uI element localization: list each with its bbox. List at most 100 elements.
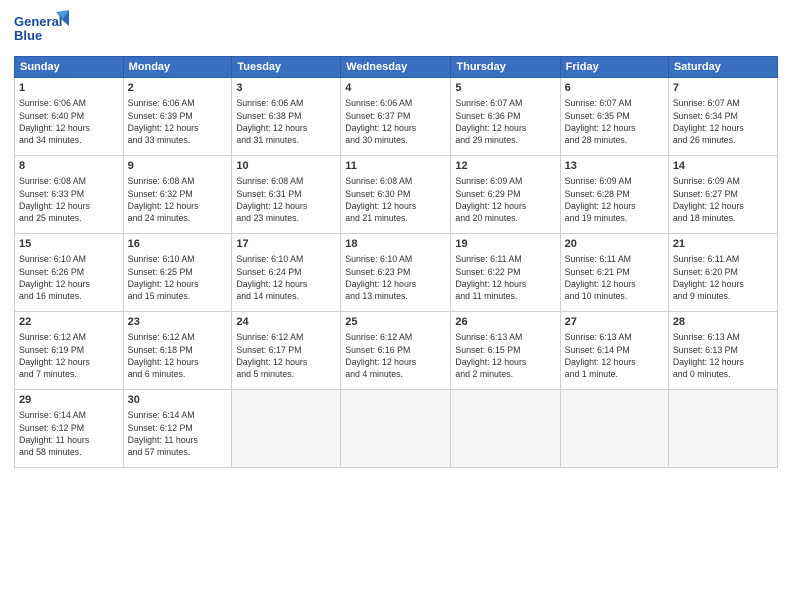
day-info: Sunrise: 6:06 AM Sunset: 6:38 PM Dayligh… bbox=[236, 97, 336, 146]
svg-text:Blue: Blue bbox=[14, 28, 42, 43]
day-number: 6 bbox=[565, 81, 664, 96]
calendar-cell bbox=[560, 390, 668, 468]
day-info: Sunrise: 6:10 AM Sunset: 6:26 PM Dayligh… bbox=[19, 253, 119, 302]
logo-icon: GeneralBlue bbox=[14, 10, 69, 48]
day-info: Sunrise: 6:13 AM Sunset: 6:15 PM Dayligh… bbox=[455, 331, 555, 380]
day-number: 21 bbox=[673, 237, 773, 252]
day-number: 24 bbox=[236, 315, 336, 330]
calendar-cell: 13Sunrise: 6:09 AM Sunset: 6:28 PM Dayli… bbox=[560, 156, 668, 234]
day-info: Sunrise: 6:09 AM Sunset: 6:27 PM Dayligh… bbox=[673, 175, 773, 224]
calendar-cell: 15Sunrise: 6:10 AM Sunset: 6:26 PM Dayli… bbox=[15, 234, 124, 312]
day-number: 30 bbox=[128, 393, 228, 408]
day-info: Sunrise: 6:14 AM Sunset: 6:12 PM Dayligh… bbox=[19, 409, 119, 458]
day-info: Sunrise: 6:10 AM Sunset: 6:25 PM Dayligh… bbox=[128, 253, 228, 302]
day-info: Sunrise: 6:14 AM Sunset: 6:12 PM Dayligh… bbox=[128, 409, 228, 458]
calendar-cell: 16Sunrise: 6:10 AM Sunset: 6:25 PM Dayli… bbox=[123, 234, 232, 312]
day-info: Sunrise: 6:08 AM Sunset: 6:33 PM Dayligh… bbox=[19, 175, 119, 224]
calendar-cell: 26Sunrise: 6:13 AM Sunset: 6:15 PM Dayli… bbox=[451, 312, 560, 390]
day-number: 1 bbox=[19, 81, 119, 96]
weekday-header: Friday bbox=[560, 57, 668, 78]
day-info: Sunrise: 6:07 AM Sunset: 6:34 PM Dayligh… bbox=[673, 97, 773, 146]
day-number: 5 bbox=[455, 81, 555, 96]
day-number: 15 bbox=[19, 237, 119, 252]
day-number: 28 bbox=[673, 315, 773, 330]
day-number: 12 bbox=[455, 159, 555, 174]
calendar-cell: 8Sunrise: 6:08 AM Sunset: 6:33 PM Daylig… bbox=[15, 156, 124, 234]
day-number: 20 bbox=[565, 237, 664, 252]
day-number: 8 bbox=[19, 159, 119, 174]
calendar-cell bbox=[232, 390, 341, 468]
weekday-header: Wednesday bbox=[341, 57, 451, 78]
day-number: 11 bbox=[345, 159, 446, 174]
calendar-cell: 4Sunrise: 6:06 AM Sunset: 6:37 PM Daylig… bbox=[341, 78, 451, 156]
calendar-cell: 2Sunrise: 6:06 AM Sunset: 6:39 PM Daylig… bbox=[123, 78, 232, 156]
day-number: 25 bbox=[345, 315, 446, 330]
calendar-cell: 12Sunrise: 6:09 AM Sunset: 6:29 PM Dayli… bbox=[451, 156, 560, 234]
calendar-cell: 30Sunrise: 6:14 AM Sunset: 6:12 PM Dayli… bbox=[123, 390, 232, 468]
calendar-cell: 1Sunrise: 6:06 AM Sunset: 6:40 PM Daylig… bbox=[15, 78, 124, 156]
calendar-cell: 18Sunrise: 6:10 AM Sunset: 6:23 PM Dayli… bbox=[341, 234, 451, 312]
day-number: 27 bbox=[565, 315, 664, 330]
calendar-cell: 10Sunrise: 6:08 AM Sunset: 6:31 PM Dayli… bbox=[232, 156, 341, 234]
day-info: Sunrise: 6:06 AM Sunset: 6:37 PM Dayligh… bbox=[345, 97, 446, 146]
day-number: 23 bbox=[128, 315, 228, 330]
day-number: 13 bbox=[565, 159, 664, 174]
day-number: 29 bbox=[19, 393, 119, 408]
day-number: 7 bbox=[673, 81, 773, 96]
calendar-cell bbox=[668, 390, 777, 468]
weekday-header: Tuesday bbox=[232, 57, 341, 78]
weekday-header: Thursday bbox=[451, 57, 560, 78]
day-info: Sunrise: 6:09 AM Sunset: 6:29 PM Dayligh… bbox=[455, 175, 555, 224]
day-info: Sunrise: 6:08 AM Sunset: 6:32 PM Dayligh… bbox=[128, 175, 228, 224]
calendar-cell: 9Sunrise: 6:08 AM Sunset: 6:32 PM Daylig… bbox=[123, 156, 232, 234]
logo: GeneralBlue bbox=[14, 10, 69, 48]
weekday-header: Monday bbox=[123, 57, 232, 78]
calendar-cell: 21Sunrise: 6:11 AM Sunset: 6:20 PM Dayli… bbox=[668, 234, 777, 312]
day-number: 2 bbox=[128, 81, 228, 96]
calendar-cell: 22Sunrise: 6:12 AM Sunset: 6:19 PM Dayli… bbox=[15, 312, 124, 390]
day-number: 14 bbox=[673, 159, 773, 174]
day-info: Sunrise: 6:12 AM Sunset: 6:17 PM Dayligh… bbox=[236, 331, 336, 380]
calendar-cell: 11Sunrise: 6:08 AM Sunset: 6:30 PM Dayli… bbox=[341, 156, 451, 234]
calendar-week-row: 22Sunrise: 6:12 AM Sunset: 6:19 PM Dayli… bbox=[15, 312, 778, 390]
calendar-cell: 20Sunrise: 6:11 AM Sunset: 6:21 PM Dayli… bbox=[560, 234, 668, 312]
calendar-cell: 7Sunrise: 6:07 AM Sunset: 6:34 PM Daylig… bbox=[668, 78, 777, 156]
day-number: 19 bbox=[455, 237, 555, 252]
day-number: 17 bbox=[236, 237, 336, 252]
calendar-week-row: 1Sunrise: 6:06 AM Sunset: 6:40 PM Daylig… bbox=[15, 78, 778, 156]
day-info: Sunrise: 6:08 AM Sunset: 6:30 PM Dayligh… bbox=[345, 175, 446, 224]
day-number: 16 bbox=[128, 237, 228, 252]
day-info: Sunrise: 6:09 AM Sunset: 6:28 PM Dayligh… bbox=[565, 175, 664, 224]
calendar-cell: 29Sunrise: 6:14 AM Sunset: 6:12 PM Dayli… bbox=[15, 390, 124, 468]
day-info: Sunrise: 6:13 AM Sunset: 6:13 PM Dayligh… bbox=[673, 331, 773, 380]
day-info: Sunrise: 6:12 AM Sunset: 6:18 PM Dayligh… bbox=[128, 331, 228, 380]
day-info: Sunrise: 6:11 AM Sunset: 6:20 PM Dayligh… bbox=[673, 253, 773, 302]
day-info: Sunrise: 6:11 AM Sunset: 6:22 PM Dayligh… bbox=[455, 253, 555, 302]
calendar-cell: 17Sunrise: 6:10 AM Sunset: 6:24 PM Dayli… bbox=[232, 234, 341, 312]
day-info: Sunrise: 6:11 AM Sunset: 6:21 PM Dayligh… bbox=[565, 253, 664, 302]
day-number: 10 bbox=[236, 159, 336, 174]
calendar-cell: 24Sunrise: 6:12 AM Sunset: 6:17 PM Dayli… bbox=[232, 312, 341, 390]
day-info: Sunrise: 6:13 AM Sunset: 6:14 PM Dayligh… bbox=[565, 331, 664, 380]
day-number: 9 bbox=[128, 159, 228, 174]
svg-text:General: General bbox=[14, 14, 62, 29]
calendar-cell: 19Sunrise: 6:11 AM Sunset: 6:22 PM Dayli… bbox=[451, 234, 560, 312]
day-info: Sunrise: 6:08 AM Sunset: 6:31 PM Dayligh… bbox=[236, 175, 336, 224]
calendar-week-row: 8Sunrise: 6:08 AM Sunset: 6:33 PM Daylig… bbox=[15, 156, 778, 234]
day-info: Sunrise: 6:06 AM Sunset: 6:39 PM Dayligh… bbox=[128, 97, 228, 146]
calendar-cell: 14Sunrise: 6:09 AM Sunset: 6:27 PM Dayli… bbox=[668, 156, 777, 234]
day-info: Sunrise: 6:06 AM Sunset: 6:40 PM Dayligh… bbox=[19, 97, 119, 146]
calendar-cell: 27Sunrise: 6:13 AM Sunset: 6:14 PM Dayli… bbox=[560, 312, 668, 390]
day-info: Sunrise: 6:12 AM Sunset: 6:19 PM Dayligh… bbox=[19, 331, 119, 380]
day-info: Sunrise: 6:07 AM Sunset: 6:36 PM Dayligh… bbox=[455, 97, 555, 146]
header: GeneralBlue bbox=[14, 10, 778, 48]
calendar-cell: 28Sunrise: 6:13 AM Sunset: 6:13 PM Dayli… bbox=[668, 312, 777, 390]
day-number: 22 bbox=[19, 315, 119, 330]
weekday-header: Sunday bbox=[15, 57, 124, 78]
calendar-cell: 5Sunrise: 6:07 AM Sunset: 6:36 PM Daylig… bbox=[451, 78, 560, 156]
day-number: 26 bbox=[455, 315, 555, 330]
calendar-cell: 25Sunrise: 6:12 AM Sunset: 6:16 PM Dayli… bbox=[341, 312, 451, 390]
day-info: Sunrise: 6:10 AM Sunset: 6:23 PM Dayligh… bbox=[345, 253, 446, 302]
calendar-table: SundayMondayTuesdayWednesdayThursdayFrid… bbox=[14, 56, 778, 468]
calendar-cell bbox=[341, 390, 451, 468]
